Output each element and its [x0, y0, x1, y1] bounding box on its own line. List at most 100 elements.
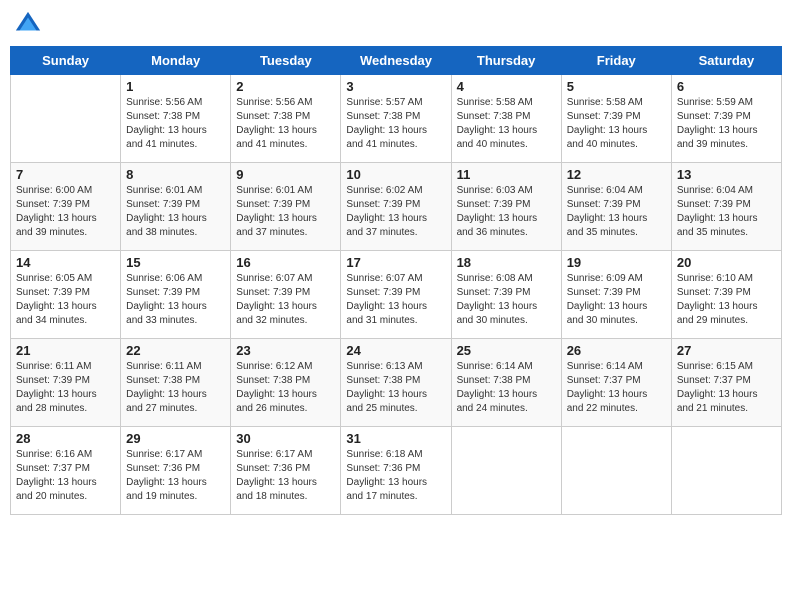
calendar-table: SundayMondayTuesdayWednesdayThursdayFrid…	[10, 46, 782, 515]
calendar-cell: 17 Sunrise: 6:07 AM Sunset: 7:39 PM Dayli…	[341, 251, 451, 339]
header-day-wednesday: Wednesday	[341, 47, 451, 75]
calendar-cell: 15 Sunrise: 6:06 AM Sunset: 7:39 PM Dayli…	[121, 251, 231, 339]
calendar-cell: 3 Sunrise: 5:57 AM Sunset: 7:38 PM Daylig…	[341, 75, 451, 163]
cell-info: Sunrise: 6:05 AM Sunset: 7:39 PM Dayligh…	[16, 272, 115, 328]
cell-info: Sunrise: 6:14 AM Sunset: 7:37 PM Dayligh…	[567, 360, 666, 416]
week-row-3: 21 Sunrise: 6:11 AM Sunset: 7:39 PM Dayli…	[11, 339, 782, 427]
day-number: 13	[677, 167, 776, 182]
day-number: 8	[126, 167, 225, 182]
day-number: 9	[236, 167, 335, 182]
header-day-saturday: Saturday	[671, 47, 781, 75]
cell-info: Sunrise: 6:14 AM Sunset: 7:38 PM Dayligh…	[457, 360, 556, 416]
cell-info: Sunrise: 6:17 AM Sunset: 7:36 PM Dayligh…	[126, 448, 225, 504]
day-number: 3	[346, 79, 445, 94]
calendar-cell: 2 Sunrise: 5:56 AM Sunset: 7:38 PM Daylig…	[231, 75, 341, 163]
day-number: 22	[126, 343, 225, 358]
cell-info: Sunrise: 6:04 AM Sunset: 7:39 PM Dayligh…	[677, 184, 776, 240]
header-day-monday: Monday	[121, 47, 231, 75]
calendar-cell: 18Sunrise: 6:08 AM Sunset: 7:39 PM Dayli…	[451, 251, 561, 339]
cell-info: Sunrise: 5:57 AM Sunset: 7:38 PM Dayligh…	[346, 96, 445, 152]
day-number: 19	[567, 255, 666, 270]
calendar-cell: 4 Sunrise: 5:58 AM Sunset: 7:38 PM Daylig…	[451, 75, 561, 163]
day-number: 20	[677, 255, 776, 270]
calendar-cell: 24 Sunrise: 6:13 AM Sunset: 7:38 PM Dayli…	[341, 339, 451, 427]
day-number: 5	[567, 79, 666, 94]
calendar-cell: 16 Sunrise: 6:07 AM Sunset: 7:39 PM Dayli…	[231, 251, 341, 339]
day-number: 14	[16, 255, 115, 270]
day-number: 17	[346, 255, 445, 270]
week-row-0: 1 Sunrise: 5:56 AM Sunset: 7:38 PM Daylig…	[11, 75, 782, 163]
day-number: 4	[457, 79, 556, 94]
calendar-cell	[11, 75, 121, 163]
header-day-friday: Friday	[561, 47, 671, 75]
cell-info: Sunrise: 6:11 AM Sunset: 7:39 PM Dayligh…	[16, 360, 115, 416]
calendar-cell: 21 Sunrise: 6:11 AM Sunset: 7:39 PM Dayli…	[11, 339, 121, 427]
header-day-thursday: Thursday	[451, 47, 561, 75]
calendar-cell: 10Sunrise: 6:02 AM Sunset: 7:39 PM Dayli…	[341, 163, 451, 251]
day-number: 23	[236, 343, 335, 358]
header-row: SundayMondayTuesdayWednesdayThursdayFrid…	[11, 47, 782, 75]
day-number: 7	[16, 167, 115, 182]
calendar-cell: 14 Sunrise: 6:05 AM Sunset: 7:39 PM Dayli…	[11, 251, 121, 339]
cell-info: Sunrise: 5:56 AM Sunset: 7:38 PM Dayligh…	[236, 96, 335, 152]
cell-info: Sunrise: 6:12 AM Sunset: 7:38 PM Dayligh…	[236, 360, 335, 416]
cell-info: Sunrise: 6:03 AM Sunset: 7:39 PM Dayligh…	[457, 184, 556, 240]
cell-info: Sunrise: 6:04 AM Sunset: 7:39 PM Dayligh…	[567, 184, 666, 240]
day-number: 10	[346, 167, 445, 182]
calendar-cell: 30 Sunrise: 6:17 AM Sunset: 7:36 PM Dayli…	[231, 427, 341, 515]
cell-info: Sunrise: 6:10 AM Sunset: 7:39 PM Dayligh…	[677, 272, 776, 328]
week-row-2: 14 Sunrise: 6:05 AM Sunset: 7:39 PM Dayli…	[11, 251, 782, 339]
calendar-cell: 5 Sunrise: 5:58 AM Sunset: 7:39 PM Daylig…	[561, 75, 671, 163]
calendar-cell: 7 Sunrise: 6:00 AM Sunset: 7:39 PM Daylig…	[11, 163, 121, 251]
day-number: 16	[236, 255, 335, 270]
cell-info: Sunrise: 6:15 AM Sunset: 7:37 PM Dayligh…	[677, 360, 776, 416]
week-row-4: 28 Sunrise: 6:16 AM Sunset: 7:37 PM Dayli…	[11, 427, 782, 515]
calendar-cell: 23 Sunrise: 6:12 AM Sunset: 7:38 PM Dayli…	[231, 339, 341, 427]
calendar-cell: 11 Sunrise: 6:03 AM Sunset: 7:39 PM Dayli…	[451, 163, 561, 251]
day-number: 30	[236, 431, 335, 446]
calendar-cell: 31Sunrise: 6:18 AM Sunset: 7:36 PM Dayli…	[341, 427, 451, 515]
day-number: 12	[567, 167, 666, 182]
cell-info: Sunrise: 6:17 AM Sunset: 7:36 PM Dayligh…	[236, 448, 335, 504]
calendar-cell: 6 Sunrise: 5:59 AM Sunset: 7:39 PM Daylig…	[671, 75, 781, 163]
calendar-cell: 9 Sunrise: 6:01 AM Sunset: 7:39 PM Daylig…	[231, 163, 341, 251]
calendar-cell: 26 Sunrise: 6:14 AM Sunset: 7:37 PM Dayli…	[561, 339, 671, 427]
calendar-cell: 19Sunrise: 6:09 AM Sunset: 7:39 PM Dayli…	[561, 251, 671, 339]
day-number: 21	[16, 343, 115, 358]
day-number: 26	[567, 343, 666, 358]
cell-info: Sunrise: 6:00 AM Sunset: 7:39 PM Dayligh…	[16, 184, 115, 240]
cell-info: Sunrise: 6:07 AM Sunset: 7:39 PM Dayligh…	[236, 272, 335, 328]
logo-icon	[14, 10, 42, 38]
calendar-cell: 1Sunrise: 5:56 AM Sunset: 7:38 PM Daylig…	[121, 75, 231, 163]
cell-info: Sunrise: 6:13 AM Sunset: 7:38 PM Dayligh…	[346, 360, 445, 416]
cell-info: Sunrise: 6:16 AM Sunset: 7:37 PM Dayligh…	[16, 448, 115, 504]
week-row-1: 7 Sunrise: 6:00 AM Sunset: 7:39 PM Daylig…	[11, 163, 782, 251]
cell-info: Sunrise: 6:01 AM Sunset: 7:39 PM Dayligh…	[236, 184, 335, 240]
calendar-cell	[451, 427, 561, 515]
day-number: 11	[457, 167, 556, 182]
cell-info: Sunrise: 5:58 AM Sunset: 7:39 PM Dayligh…	[567, 96, 666, 152]
cell-info: Sunrise: 6:01 AM Sunset: 7:39 PM Dayligh…	[126, 184, 225, 240]
cell-info: Sunrise: 6:11 AM Sunset: 7:38 PM Dayligh…	[126, 360, 225, 416]
cell-info: Sunrise: 6:18 AM Sunset: 7:36 PM Dayligh…	[346, 448, 445, 504]
day-number: 1	[126, 79, 225, 94]
calendar-cell: 12 Sunrise: 6:04 AM Sunset: 7:39 PM Dayli…	[561, 163, 671, 251]
calendar-cell: 22 Sunrise: 6:11 AM Sunset: 7:38 PM Dayli…	[121, 339, 231, 427]
day-number: 6	[677, 79, 776, 94]
calendar-body: 1 Sunrise: 5:56 AM Sunset: 7:38 PM Daylig…	[11, 75, 782, 515]
day-number: 2	[236, 79, 335, 94]
calendar-cell: 8 Sunrise: 6:01 AM Sunset: 7:39 PM Daylig…	[121, 163, 231, 251]
cell-info: Sunrise: 6:06 AM Sunset: 7:39 PM Dayligh…	[126, 272, 225, 328]
calendar-cell: 25 Sunrise: 6:14 AM Sunset: 7:38 PM Dayli…	[451, 339, 561, 427]
calendar-cell: 27Sunrise: 6:15 AM Sunset: 7:37 PM Dayli…	[671, 339, 781, 427]
day-number: 15	[126, 255, 225, 270]
page-header	[10, 10, 782, 38]
day-number: 24	[346, 343, 445, 358]
header-day-sunday: Sunday	[11, 47, 121, 75]
cell-info: Sunrise: 5:58 AM Sunset: 7:38 PM Dayligh…	[457, 96, 556, 152]
day-number: 25	[457, 343, 556, 358]
calendar-cell	[561, 427, 671, 515]
cell-info: Sunrise: 6:07 AM Sunset: 7:39 PM Dayligh…	[346, 272, 445, 328]
cell-info: Sunrise: 5:59 AM Sunset: 7:39 PM Dayligh…	[677, 96, 776, 152]
day-number: 28	[16, 431, 115, 446]
